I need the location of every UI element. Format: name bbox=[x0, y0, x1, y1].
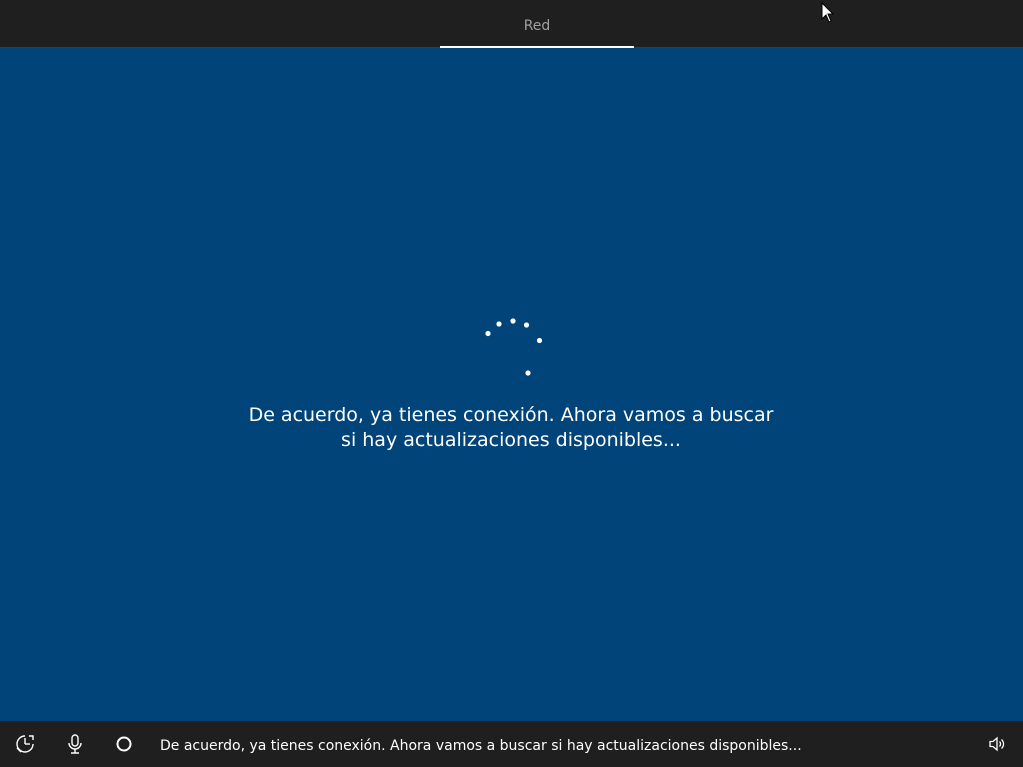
cortana-button[interactable] bbox=[104, 721, 144, 767]
mouse-cursor-icon bbox=[821, 2, 835, 23]
tab-network: Red bbox=[440, 0, 634, 48]
ease-of-access-icon bbox=[16, 735, 34, 753]
microphone-icon bbox=[68, 734, 82, 754]
top-bar: Red bbox=[0, 0, 1023, 48]
narration-caption: De acuerdo, ya tienes conexión. Ahora va… bbox=[160, 738, 802, 754]
status-message-line1: De acuerdo, ya tienes conexión. Ahora va… bbox=[248, 404, 774, 426]
volume-button[interactable] bbox=[977, 721, 1017, 767]
volume-icon bbox=[989, 736, 1005, 752]
tab-active-indicator bbox=[440, 46, 634, 48]
tab-network-label: Red bbox=[523, 18, 551, 34]
bottom-bar: De acuerdo, ya tienes conexión. Ahora va… bbox=[0, 721, 1023, 767]
oobe-screen: Red De acuerdo, ya tienes conexión. Ahor… bbox=[0, 0, 1023, 767]
loading-spinner-icon bbox=[485, 318, 543, 376]
status-message-line2: si hay actualizaciones disponibles... bbox=[341, 429, 681, 451]
cortana-icon bbox=[116, 736, 132, 752]
status-message: De acuerdo, ya tienes conexión. Ahora va… bbox=[211, 403, 811, 453]
ease-of-access-button[interactable] bbox=[5, 721, 45, 767]
microphone-button[interactable] bbox=[55, 721, 95, 767]
